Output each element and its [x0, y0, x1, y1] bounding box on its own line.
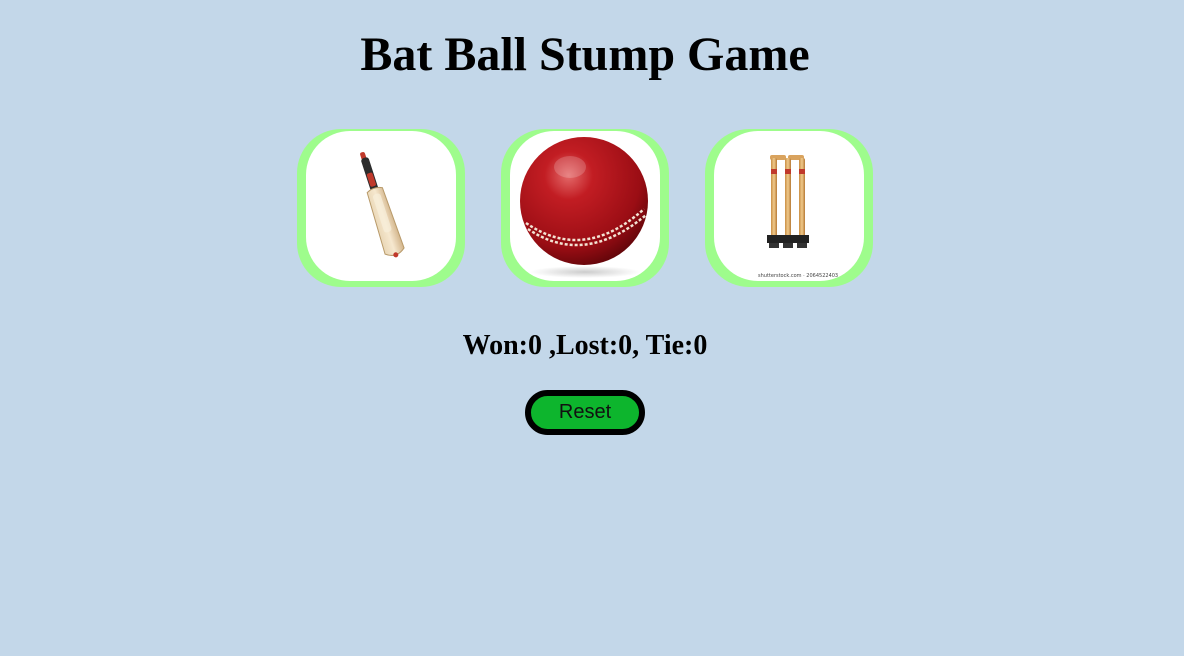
cricket-bat-icon — [360, 152, 405, 258]
page-title: Bat Ball Stump Game — [360, 28, 810, 81]
ball-choice-button[interactable] — [501, 129, 669, 287]
svg-text:shutterstock.com · 2064522403: shutterstock.com · 2064522403 — [758, 273, 838, 279]
score-display: Won:0 ,Lost:0, Tie:0 — [462, 330, 708, 361]
cricket-ball-icon — [520, 137, 648, 278]
reset-button[interactable]: Reset — [525, 390, 645, 435]
bat-choice-button[interactable] — [297, 129, 465, 287]
stump-choice-button[interactable]: shutterstock.com · 2064522403 — [705, 129, 873, 287]
stump-image: shutterstock.com · 2064522403 — [714, 131, 864, 281]
game-page: Bat Ball Stump Game shutterstock.com · 2… — [0, 0, 1184, 656]
ball-image — [510, 131, 660, 281]
cricket-stumps-icon: shutterstock.com · 2064522403 — [758, 155, 838, 279]
bat-image — [306, 131, 456, 281]
